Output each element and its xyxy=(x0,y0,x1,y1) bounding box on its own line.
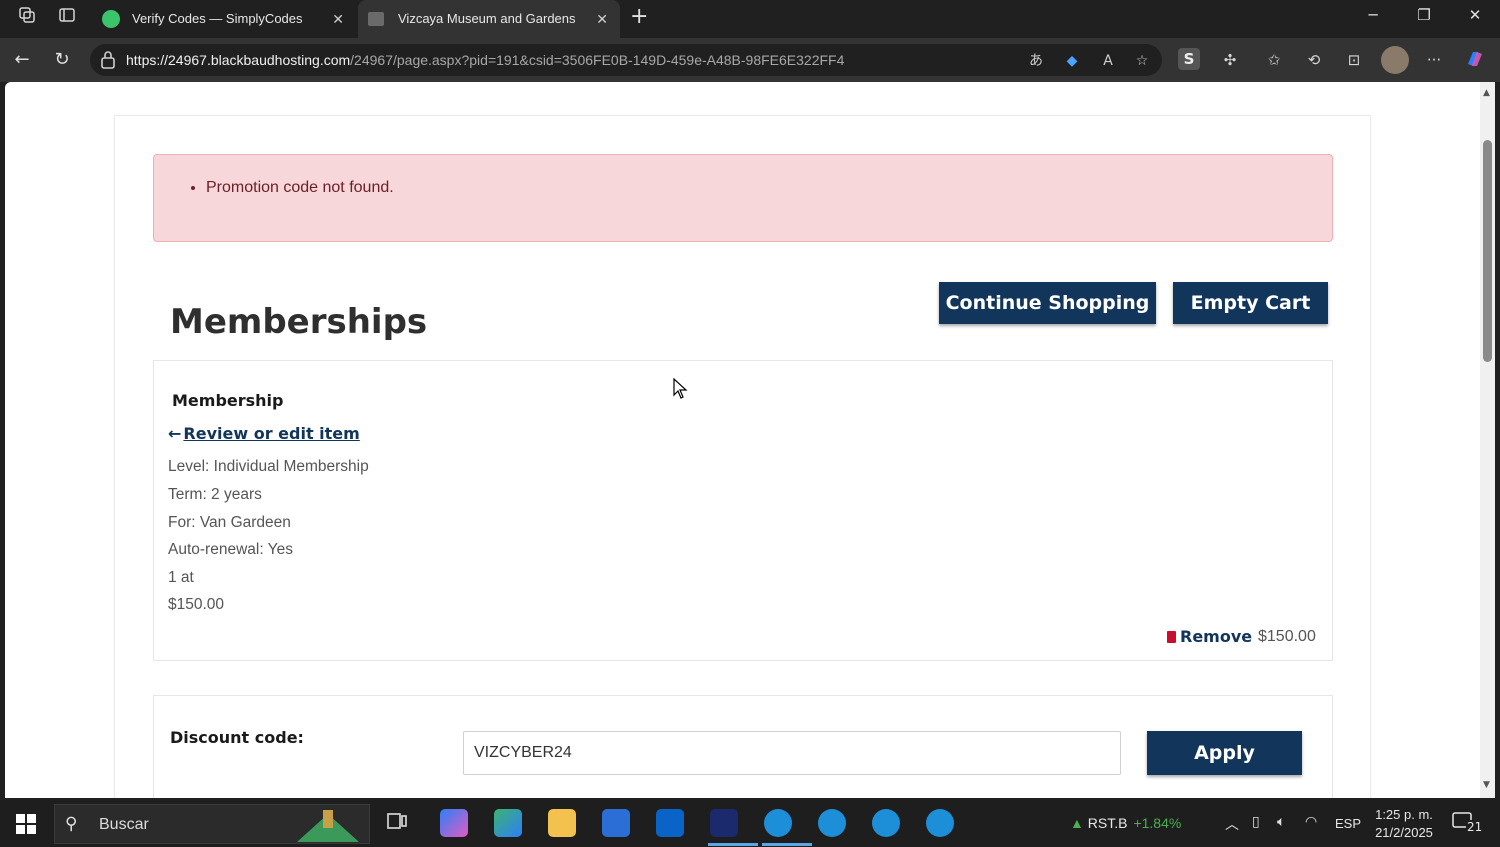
vizcaya-favicon-icon xyxy=(368,12,384,26)
volume-icon[interactable]: 🔈︎ xyxy=(1277,814,1285,830)
error-alert: Promotion code not found. xyxy=(153,154,1333,242)
clock-date: 21/2/2025 xyxy=(1375,825,1433,840)
stock-change: +1.84% xyxy=(1133,815,1182,831)
apply-button[interactable]: Apply xyxy=(1147,731,1302,775)
refresh-icon[interactable]: ↻ xyxy=(49,47,75,73)
item-term: Term: 2 years xyxy=(168,486,262,503)
copilot-icon[interactable] xyxy=(1463,48,1487,72)
history-icon[interactable]: ⟲ xyxy=(1302,48,1326,72)
browser-toolbar: ← ↻ https://24967.blackbaudhosting.com/2… xyxy=(0,38,1500,82)
copilot-app-icon[interactable] xyxy=(440,809,468,837)
edge-profile-2-icon[interactable] xyxy=(818,809,846,837)
remove-item-link[interactable]: Remove xyxy=(1167,627,1252,646)
system-clock[interactable]: 1:25 p. m. 21/2/2025 xyxy=(1370,806,1438,842)
item-total: $150.00 xyxy=(1258,628,1316,645)
microsoft-store-icon[interactable] xyxy=(602,809,630,837)
edge-profile-4-icon[interactable] xyxy=(926,809,954,837)
url-path: /24967/page.aspx?pid=191&csid=3506FE0B-1… xyxy=(350,52,845,68)
windows-start-icon[interactable] xyxy=(16,814,36,834)
screenshot-icon[interactable]: ⊡ xyxy=(1342,48,1366,72)
scroll-up-icon[interactable]: ▲ xyxy=(1483,88,1490,98)
discount-section: Discount code: Apply xyxy=(153,695,1333,798)
extension-s-icon[interactable]: S xyxy=(1178,48,1200,70)
item-auto-renewal: Auto-renewal: Yes xyxy=(168,541,293,558)
edge-profile-1-icon[interactable] xyxy=(762,809,812,846)
back-icon[interactable]: ← xyxy=(9,47,35,73)
favorites-icon[interactable]: ✩ xyxy=(1262,48,1286,72)
page-title: Memberships xyxy=(170,302,428,342)
minimize-icon[interactable]: ─ xyxy=(1358,6,1388,24)
clock-time: 1:25 p. m. xyxy=(1375,807,1433,822)
wifi-icon[interactable]: ◠ xyxy=(1305,814,1317,830)
item-for: For: Van Gardeen xyxy=(168,514,291,531)
notification-center-icon[interactable]: 21 xyxy=(1452,812,1484,836)
stock-widget[interactable]: ▲ RST.B +1.84% xyxy=(1070,815,1181,831)
review-edit-label: Review or edit item xyxy=(183,424,360,443)
tab-verify-codes[interactable]: Verify Codes — SimplyCodes ✕ xyxy=(92,0,356,38)
notification-count: 21 xyxy=(1466,820,1484,834)
arrow-left-icon: ← xyxy=(168,424,182,443)
item-level: Level: Individual Membership xyxy=(168,458,369,475)
discount-label: Discount code: xyxy=(170,728,304,747)
page-scrollbar[interactable]: ▲ ▼ xyxy=(1480,82,1495,798)
review-edit-link[interactable]: ← Review or edit item xyxy=(168,424,360,443)
alert-message: Promotion code not found. xyxy=(206,179,394,197)
file-explorer-icon[interactable] xyxy=(548,809,576,837)
simplycodes-favicon-icon xyxy=(102,10,120,28)
search-highlight-decoration-icon xyxy=(297,810,359,842)
extensions-puzzle-icon[interactable]: ✣ xyxy=(1218,48,1242,72)
item-type: Membership xyxy=(172,391,284,410)
profile-avatar-icon[interactable] xyxy=(1381,46,1409,74)
restore-icon[interactable]: ❐ xyxy=(1409,6,1439,24)
item-unit-price: $150.00 xyxy=(168,596,225,613)
lock-icon xyxy=(101,51,115,69)
language-indicator[interactable]: ESP xyxy=(1335,816,1361,831)
outlook-icon[interactable] xyxy=(656,809,684,837)
mouse-cursor-icon xyxy=(673,378,688,399)
item-quantity: 1 at xyxy=(168,569,194,586)
device-icon[interactable]: ▯ xyxy=(1252,814,1260,830)
new-tab-icon[interactable]: + xyxy=(630,4,648,29)
edge-profile-3-icon[interactable] xyxy=(872,809,900,837)
workspaces-icon[interactable] xyxy=(14,6,40,32)
translate-icon[interactable]: あ xyxy=(1026,52,1046,70)
tab-actions-icon[interactable] xyxy=(54,6,80,32)
app-arc-icon[interactable] xyxy=(708,809,758,846)
url-text: https://24967.blackbaudhosting.com/24967… xyxy=(126,44,844,76)
edge-dev-app-icon[interactable] xyxy=(494,809,522,837)
close-tab-icon[interactable]: ✕ xyxy=(596,0,608,38)
url-host: https://24967.blackbaudhosting.com xyxy=(126,52,351,68)
page-viewport: Promotion code not found. Continue Shopp… xyxy=(5,82,1480,798)
search-icon: ⚲ xyxy=(65,814,78,834)
tab-vizcaya[interactable]: Vizcaya Museum and Gardens ✕ xyxy=(358,0,620,38)
stock-up-arrow-icon: ▲ xyxy=(1070,815,1084,831)
scroll-down-icon[interactable]: ▼ xyxy=(1483,780,1490,790)
taskbar-search[interactable]: ⚲ Buscar xyxy=(54,804,370,844)
more-menu-icon[interactable]: ··· xyxy=(1422,48,1446,72)
show-hidden-icons-icon[interactable]: ︿ xyxy=(1225,814,1239,834)
tab-bar: Verify Codes — SimplyCodes ✕ Vizcaya Mus… xyxy=(0,0,1500,38)
address-bar[interactable]: https://24967.blackbaudhosting.com/24967… xyxy=(90,44,1162,76)
stock-symbol: RST.B xyxy=(1087,815,1128,831)
coupon-tag-icon[interactable]: ◆ xyxy=(1062,52,1082,70)
empty-cart-button[interactable]: Empty Cart xyxy=(1173,282,1328,324)
read-aloud-icon[interactable]: A xyxy=(1098,52,1118,70)
close-tab-icon[interactable]: ✕ xyxy=(332,0,344,38)
discount-code-input[interactable] xyxy=(463,731,1121,775)
tab-label: Verify Codes — SimplyCodes xyxy=(132,11,303,26)
continue-shopping-button[interactable]: Continue Shopping xyxy=(939,282,1156,324)
trash-icon xyxy=(1167,631,1176,643)
tab-label: Vizcaya Museum and Gardens xyxy=(398,11,576,26)
search-placeholder: Buscar xyxy=(99,816,149,833)
remove-label: Remove xyxy=(1180,627,1253,646)
windows-taskbar: ⚲ Buscar ▲ RST.B +1.84% ︿ ▯ 🔈︎ ◠ ESP 1:25… xyxy=(0,800,1500,847)
cart-item-card: Membership ← Review or edit item Level: I… xyxy=(153,360,1333,661)
close-window-icon[interactable]: ✕ xyxy=(1460,6,1490,24)
task-view-icon[interactable] xyxy=(385,809,413,837)
favorite-star-icon[interactable]: ☆ xyxy=(1132,52,1152,70)
scrollbar-thumb[interactable] xyxy=(1483,140,1492,362)
